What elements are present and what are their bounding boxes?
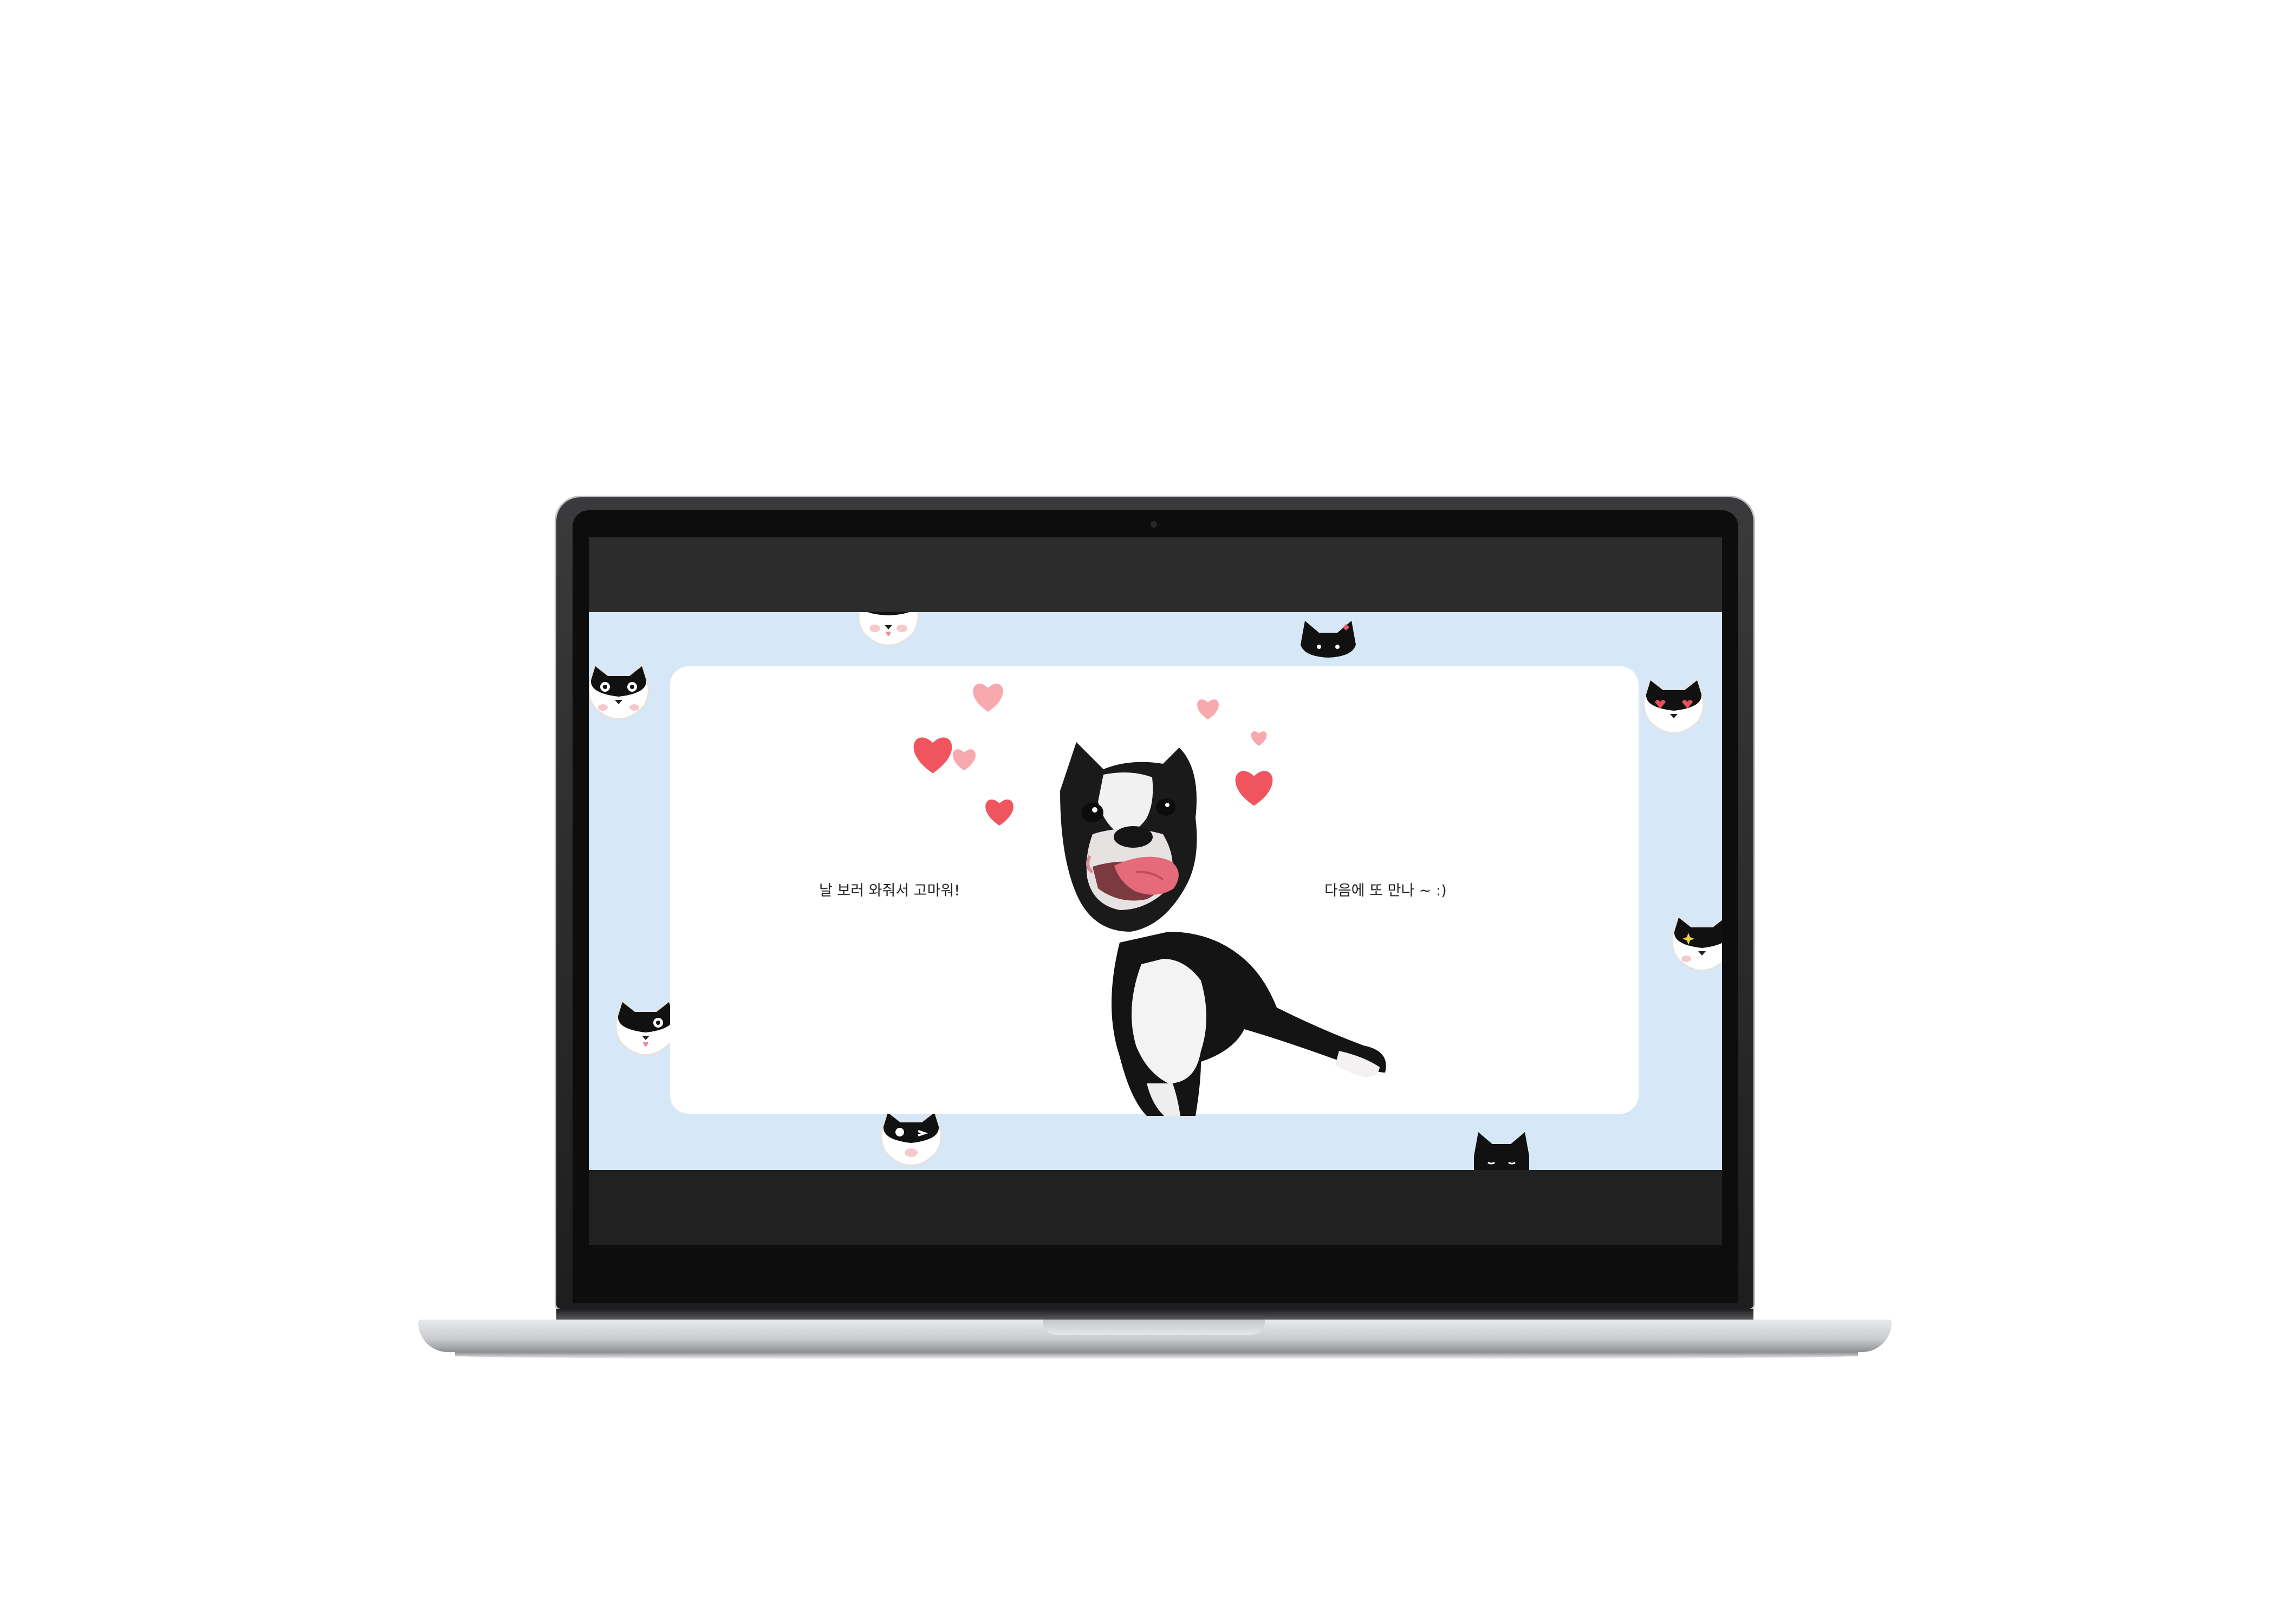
thanks-message: 날 보러 와줘서 고마워!	[819, 882, 960, 899]
dog-photo	[1038, 726, 1396, 1116]
message-card: 날 보러 와줘서 고마워! 다음에 또 만나 ~ :)	[670, 666, 1639, 1116]
heart-icon	[983, 797, 1016, 827]
laptop-screen: 날 보러 와줘서 고마워! 다음에 또 만나 ~ :)	[589, 537, 1722, 1245]
laptop-hinge	[556, 1309, 1753, 1320]
base-shadow	[455, 1352, 1858, 1360]
cat-face-icon	[876, 1110, 946, 1170]
heart-icon	[951, 748, 978, 771]
top-dark-bar	[589, 537, 1722, 612]
heart-icon	[1196, 698, 1220, 720]
trackpad-notch	[1043, 1320, 1265, 1335]
cat-face-icon	[1639, 678, 1709, 738]
bottom-dark-bar	[589, 1170, 1722, 1245]
cat-face-icon	[589, 664, 654, 724]
heart-icon	[971, 681, 1005, 713]
camera-dot	[1151, 521, 1157, 528]
cat-face-icon	[853, 612, 924, 650]
laptop-mockup: 날 보러 와줘서 고마워! 다음에 또 만나 ~ :)	[0, 0, 2274, 1624]
cat-face-icon	[1466, 1130, 1537, 1170]
cat-face-icon	[1667, 915, 1722, 975]
pattern-background: 날 보러 와줘서 고마워! 다음에 또 만나 ~ :)	[589, 612, 1722, 1170]
heart-icon	[911, 735, 955, 775]
